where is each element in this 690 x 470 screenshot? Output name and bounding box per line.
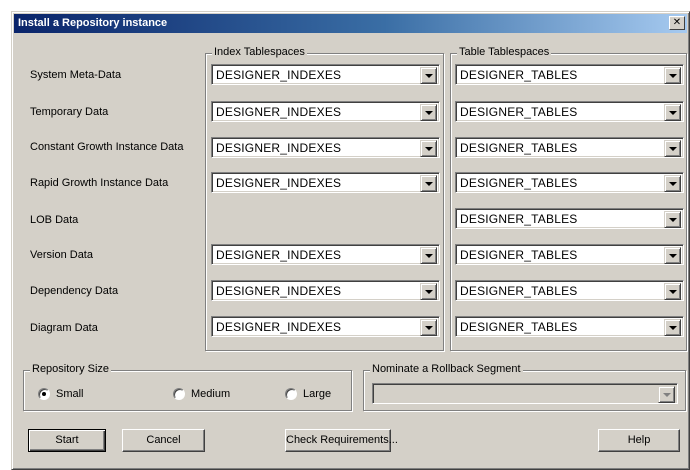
- index-tablespace-select-rapid-growth[interactable]: DESIGNER_INDEXES: [211, 172, 440, 193]
- index-tablespace-select-diagram-data[interactable]: DESIGNER_INDEXES: [211, 316, 440, 337]
- table-tablespace-select-diagram-data[interactable]: DESIGNER_TABLES: [455, 316, 684, 337]
- table-tablespaces-group: Table Tablespaces: [450, 46, 687, 351]
- radio-large[interactable]: [285, 388, 297, 400]
- table-tablespaces-title: Table Tablespaces: [457, 46, 552, 58]
- table-tablespace-select-constant-growth[interactable]: DESIGNER_TABLES: [455, 137, 684, 158]
- radio-label-small[interactable]: Small: [56, 388, 84, 400]
- radio-medium[interactable]: [173, 388, 185, 400]
- index-tablespaces-group: Index Tablespaces: [205, 46, 444, 351]
- dialog-title: Install a Repository instance: [18, 17, 168, 29]
- chevron-down-icon[interactable]: [664, 140, 681, 157]
- index-tablespace-select-system-meta-data[interactable]: DESIGNER_INDEXES: [211, 64, 440, 85]
- table-tablespace-value: DESIGNER_TABLES: [460, 176, 578, 190]
- chevron-down-icon[interactable]: [420, 67, 437, 84]
- index-tablespace-select-constant-growth[interactable]: DESIGNER_INDEXES: [211, 137, 440, 158]
- chevron-down-icon[interactable]: [664, 175, 681, 192]
- chevron-down-icon[interactable]: [664, 104, 681, 121]
- chevron-down-icon[interactable]: [664, 319, 681, 336]
- table-tablespace-value: DESIGNER_TABLES: [460, 212, 578, 226]
- radio-label-medium[interactable]: Medium: [191, 388, 230, 400]
- table-tablespace-value: DESIGNER_TABLES: [460, 68, 578, 82]
- row-label-temporary-data: Temporary Data: [30, 106, 109, 118]
- table-tablespace-select-temporary-data[interactable]: DESIGNER_TABLES: [455, 101, 684, 122]
- chevron-down-icon[interactable]: [664, 247, 681, 264]
- start-button[interactable]: Start: [28, 429, 106, 452]
- chevron-down-icon[interactable]: [664, 283, 681, 300]
- chevron-down-icon[interactable]: [664, 211, 681, 228]
- repository-size-title: Repository Size: [30, 363, 112, 375]
- table-tablespace-value: DESIGNER_TABLES: [460, 284, 578, 298]
- chevron-down-icon[interactable]: [420, 140, 437, 157]
- index-tablespace-value: DESIGNER_INDEXES: [216, 68, 342, 82]
- table-tablespace-value: DESIGNER_TABLES: [460, 141, 578, 155]
- index-tablespace-select-version-data[interactable]: DESIGNER_INDEXES: [211, 244, 440, 265]
- index-tablespace-value: DESIGNER_INDEXES: [216, 176, 342, 190]
- index-tablespace-value: DESIGNER_INDEXES: [216, 141, 342, 155]
- index-tablespaces-title: Index Tablespaces: [212, 46, 307, 58]
- index-tablespace-value: DESIGNER_INDEXES: [216, 105, 342, 119]
- row-label-lob-data: LOB Data: [30, 214, 79, 226]
- row-label-system-meta-data: System Meta-Data: [30, 69, 122, 81]
- table-tablespace-select-dependency-data[interactable]: DESIGNER_TABLES: [455, 280, 684, 301]
- rollback-segment-select[interactable]: [372, 383, 678, 404]
- check-requirements-button[interactable]: Check Requirements...: [285, 429, 398, 452]
- help-button[interactable]: Help: [598, 429, 680, 452]
- radio-label-large[interactable]: Large: [303, 388, 331, 400]
- index-tablespace-value: DESIGNER_INDEXES: [216, 284, 342, 298]
- chevron-down-icon[interactable]: [420, 319, 437, 336]
- table-tablespace-select-rapid-growth[interactable]: DESIGNER_TABLES: [455, 172, 684, 193]
- close-icon[interactable]: ✕: [669, 16, 685, 30]
- chevron-down-icon[interactable]: [658, 386, 675, 403]
- index-tablespace-value: DESIGNER_INDEXES: [216, 320, 342, 334]
- table-tablespace-value: DESIGNER_TABLES: [460, 320, 578, 334]
- chevron-down-icon[interactable]: [664, 67, 681, 84]
- title-bar[interactable]: Install a Repository instance ✕: [14, 14, 687, 33]
- table-tablespace-select-system-meta-data[interactable]: DESIGNER_TABLES: [455, 64, 684, 85]
- rollback-segment-title: Nominate a Rollback Segment: [370, 363, 523, 375]
- row-label-rapid-growth: Rapid Growth Instance Data: [30, 177, 169, 189]
- index-tablespace-select-temporary-data[interactable]: DESIGNER_INDEXES: [211, 101, 440, 122]
- table-tablespace-value: DESIGNER_TABLES: [460, 248, 578, 262]
- chevron-down-icon[interactable]: [420, 247, 437, 264]
- table-tablespace-select-lob-data[interactable]: DESIGNER_TABLES: [455, 208, 684, 229]
- row-label-diagram-data: Diagram Data: [30, 322, 98, 334]
- row-label-constant-growth: Constant Growth Instance Data: [30, 141, 184, 153]
- index-tablespace-select-dependency-data[interactable]: DESIGNER_INDEXES: [211, 280, 440, 301]
- row-label-version-data: Version Data: [30, 249, 93, 261]
- table-tablespace-value: DESIGNER_TABLES: [460, 105, 578, 119]
- chevron-down-icon[interactable]: [420, 175, 437, 192]
- index-tablespace-value: DESIGNER_INDEXES: [216, 248, 342, 262]
- chevron-down-icon[interactable]: [420, 104, 437, 121]
- chevron-down-icon[interactable]: [420, 283, 437, 300]
- row-label-dependency-data: Dependency Data: [30, 285, 119, 297]
- cancel-button[interactable]: Cancel: [122, 429, 205, 452]
- table-tablespace-select-version-data[interactable]: DESIGNER_TABLES: [455, 244, 684, 265]
- radio-small[interactable]: [38, 388, 50, 400]
